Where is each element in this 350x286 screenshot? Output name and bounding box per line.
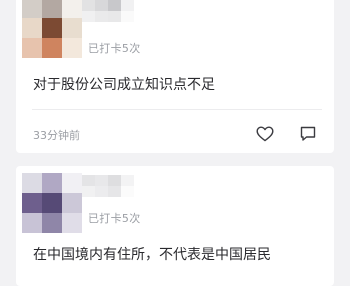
post-card[interactable]: 已打卡5次 对于股份公司成立知识点不足 33分钟前 — [16, 0, 334, 153]
nickname-pixel — [95, 186, 108, 197]
avatar-pixel — [62, 173, 82, 193]
nickname-pixel — [82, 0, 95, 11]
nickname-pixel — [108, 11, 121, 22]
avatar-pixel — [42, 193, 62, 213]
avatar-pixel — [22, 213, 42, 233]
nickname-pixel — [82, 11, 95, 22]
nickname-pixel — [82, 186, 95, 197]
nickname-pixel — [121, 11, 134, 22]
post-content: 对于股份公司成立知识点不足 — [33, 77, 215, 93]
avatar[interactable] — [22, 0, 82, 58]
avatar-pixel — [62, 213, 82, 233]
avatar-pixel — [22, 18, 42, 38]
avatar-pixel — [22, 173, 42, 193]
nickname-pixel — [95, 0, 108, 11]
avatar-pixel — [42, 173, 62, 193]
avatar-pixel — [42, 0, 62, 18]
avatar-pixel — [22, 38, 42, 58]
avatar-pixel — [62, 193, 82, 213]
avatar-pixel — [42, 18, 62, 38]
divider — [32, 109, 322, 110]
nickname-pixel — [121, 186, 134, 197]
avatar-pixel — [22, 193, 42, 213]
avatar-pixel — [22, 0, 42, 18]
nickname-pixel — [82, 175, 95, 186]
avatar[interactable] — [22, 173, 82, 233]
nickname-pixel — [95, 11, 108, 22]
nickname-pixel — [95, 175, 108, 186]
avatar-pixel — [42, 38, 62, 58]
comment-bubble-icon[interactable] — [298, 124, 318, 144]
checkin-count: 已打卡5次 — [88, 212, 141, 225]
avatar-pixel — [62, 38, 82, 58]
post-card[interactable]: 已打卡5次 在中国境内有住所，不代表是中国居民 — [16, 166, 334, 286]
avatar-pixel — [42, 213, 62, 233]
blurred-username[interactable] — [82, 175, 134, 197]
post-time: 33分钟前 — [33, 129, 80, 142]
heart-outline-icon[interactable] — [255, 124, 275, 144]
nickname-pixel — [108, 186, 121, 197]
nickname-pixel — [121, 0, 134, 11]
nickname-pixel — [108, 0, 121, 11]
nickname-pixel — [121, 175, 134, 186]
post-content: 在中国境内有住所，不代表是中国居民 — [33, 247, 271, 263]
avatar-pixel — [62, 0, 82, 18]
nickname-pixel — [108, 175, 121, 186]
avatar-pixel — [62, 18, 82, 38]
blurred-username[interactable] — [82, 0, 134, 22]
checkin-count: 已打卡5次 — [88, 42, 141, 55]
